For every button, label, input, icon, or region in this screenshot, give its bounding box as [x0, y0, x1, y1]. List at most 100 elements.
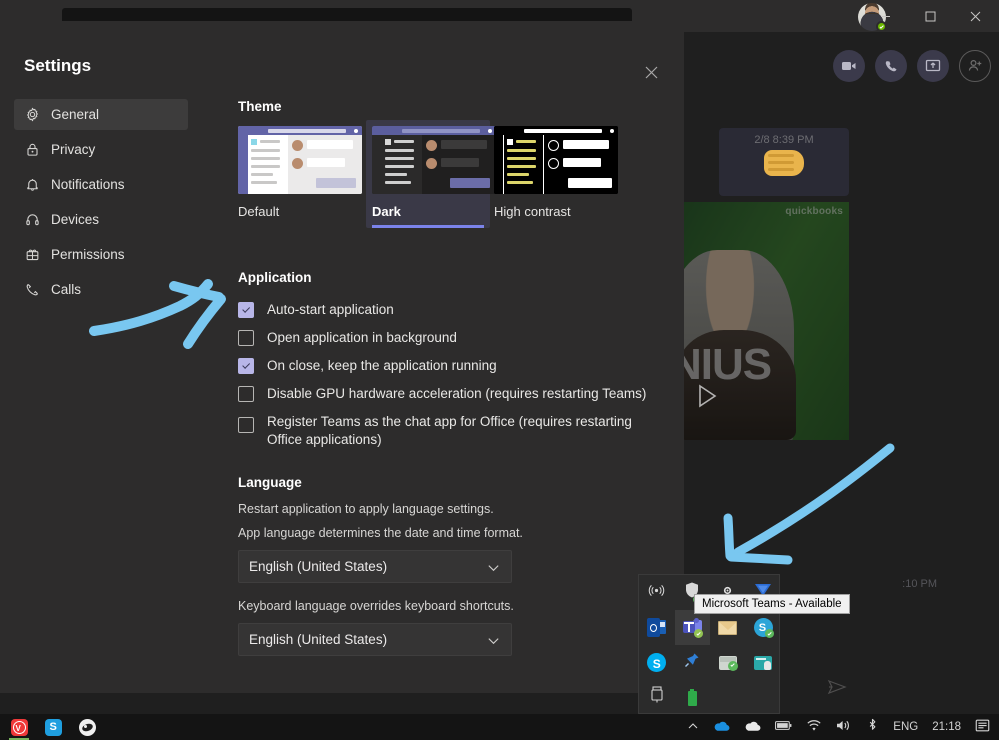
clock[interactable]: 21:18: [925, 714, 968, 740]
sidebar-item-label: Devices: [51, 212, 100, 227]
checkbox-label: Auto-start application: [267, 302, 394, 317]
share-screen-button[interactable]: [917, 50, 949, 82]
taskbar-app-whiteboard[interactable]: [72, 714, 102, 740]
language-section-title: Language: [238, 475, 302, 490]
permissions-icon: [24, 247, 40, 263]
settings-body: General Privacy Notifications Devices Pe…: [0, 85, 684, 693]
checkbox-row-register-chat-app[interactable]: Register Teams as the chat app for Offic…: [238, 409, 664, 449]
theme-option-dark[interactable]: Dark: [366, 120, 496, 228]
checkbox-label: Disable GPU hardware acceleration (requi…: [267, 386, 647, 401]
sidebar-item-privacy[interactable]: Privacy: [14, 134, 188, 165]
checkbox-auto-start[interactable]: [238, 302, 254, 318]
sidebar-item-notifications[interactable]: Notifications: [14, 169, 188, 200]
tray-icon-usb-device[interactable]: [639, 680, 675, 715]
checkbox-row-open-in-background[interactable]: Open application in background: [238, 325, 664, 352]
tray-icon-battery[interactable]: [675, 680, 711, 715]
theme-option-default[interactable]: Default: [238, 126, 362, 228]
tray-icon-backup-check[interactable]: [710, 645, 746, 680]
tray-icon-pin-tool[interactable]: [675, 645, 711, 680]
bell-icon: [24, 177, 40, 193]
add-people-button[interactable]: [959, 50, 991, 82]
skype-icon: S: [44, 718, 62, 736]
application-options: Auto-start application Open application …: [238, 297, 664, 449]
tray-icon-mail[interactable]: [710, 610, 746, 645]
backup-check-icon: [718, 655, 738, 671]
checkbox-row-disable-gpu[interactable]: Disable GPU hardware acceleration (requi…: [238, 381, 664, 408]
checkbox-open-in-background[interactable]: [238, 330, 254, 346]
headset-icon: [24, 212, 40, 228]
message-timestamp-2: :10 PM: [902, 578, 937, 590]
chevron-up-icon: [687, 720, 699, 735]
theme-options: Default Dark High contrast: [238, 120, 664, 228]
volume-button[interactable]: [829, 714, 859, 740]
onedrive-personal-button[interactable]: [706, 714, 737, 740]
tray-icon-skype[interactable]: S: [639, 645, 675, 680]
show-hidden-icons-button[interactable]: [680, 714, 706, 740]
speaker-icon: [836, 719, 852, 735]
keyboard-language-hint: Keyboard language overrides keyboard sho…: [238, 599, 514, 613]
sidebar-item-devices[interactable]: Devices: [14, 204, 188, 235]
bluetooth-button[interactable]: [859, 714, 886, 740]
tray-tooltip: Microsoft Teams - Available: [694, 594, 850, 614]
minimize-button[interactable]: [863, 0, 908, 32]
vivaldi-icon: V: [10, 718, 28, 736]
skype-icon: S: [647, 653, 667, 672]
tray-icon-microsoft-teams[interactable]: [674, 610, 710, 645]
theme-option-high-contrast[interactable]: High contrast: [494, 126, 618, 228]
taskbar-system-tray: ENG 21:18: [680, 714, 999, 740]
skype-for-business-icon: S: [753, 618, 774, 638]
bluetooth-icon: [866, 718, 879, 736]
checkbox-disable-gpu[interactable]: [238, 386, 254, 402]
sidebar-item-label: Privacy: [51, 142, 96, 157]
sidebar-item-calls[interactable]: Calls: [14, 274, 188, 305]
chevron-down-icon: [486, 560, 501, 578]
checkbox-register-chat-app[interactable]: [238, 417, 254, 433]
video-attachment-card[interactable]: NIUS quickbooks: [684, 202, 849, 440]
sidebar-item-general[interactable]: General: [14, 99, 188, 130]
checkbox-label: Open application in background: [267, 330, 457, 345]
notifications-button[interactable]: [968, 714, 997, 740]
onedrive-white-icon: [744, 720, 761, 735]
fist-bump-emoji-icon: [764, 150, 804, 176]
windows-taskbar: V S ENG 21:18: [0, 714, 999, 740]
settings-close-button[interactable]: [636, 57, 666, 87]
message-timestamp: 2/8 8:39 PM: [754, 134, 814, 146]
sidebar-item-label: General: [51, 107, 100, 122]
checkbox-row-keep-running[interactable]: On close, keep the application running: [238, 353, 664, 380]
usb-device-icon: [649, 686, 665, 709]
sidebar-item-label: Permissions: [51, 247, 125, 262]
language-indicator[interactable]: ENG: [886, 714, 925, 740]
tray-icon-clipboard[interactable]: [746, 645, 782, 680]
theme-section-title: Theme: [238, 99, 282, 114]
keyboard-language-dropdown[interactable]: English (United States): [238, 623, 512, 656]
broadcast-icon: [648, 582, 665, 604]
app-language-dropdown[interactable]: English (United States): [238, 550, 512, 583]
settings-dialog: Settings General Privacy Notifications D…: [0, 21, 684, 693]
video-call-button[interactable]: [833, 50, 865, 82]
sidebar-item-permissions[interactable]: Permissions: [14, 239, 188, 270]
tray-icon-broadcast[interactable]: [639, 575, 675, 610]
audio-call-button[interactable]: [875, 50, 907, 82]
maximize-button[interactable]: [908, 0, 953, 32]
tray-icon-outlook[interactable]: [639, 610, 675, 645]
tray-icon-skype-for-business[interactable]: S: [746, 610, 782, 645]
clipboard-icon: [754, 655, 773, 670]
application-section-title: Application: [238, 270, 312, 285]
microsoft-teams-icon: [682, 617, 703, 638]
send-icon[interactable]: [827, 677, 847, 702]
taskbar-app-skype[interactable]: S: [38, 714, 68, 740]
checkbox-row-auto-start[interactable]: Auto-start application: [238, 297, 664, 324]
notification-icon: [975, 719, 990, 736]
play-icon[interactable]: [694, 383, 720, 414]
close-window-button[interactable]: [953, 0, 998, 32]
chat-message-bubble[interactable]: 2/8 8:39 PM: [719, 128, 849, 196]
app-language-hint: App language determines the date and tim…: [238, 526, 523, 540]
onedrive-business-button[interactable]: [737, 714, 768, 740]
battery-button[interactable]: [768, 714, 799, 740]
checkbox-keep-running[interactable]: [238, 358, 254, 374]
sidebar-item-label: Notifications: [51, 177, 125, 192]
network-button[interactable]: [799, 714, 829, 740]
chevron-down-icon: [486, 633, 501, 651]
taskbar-apps: V S: [0, 714, 102, 740]
taskbar-app-vivaldi[interactable]: V: [4, 714, 34, 740]
